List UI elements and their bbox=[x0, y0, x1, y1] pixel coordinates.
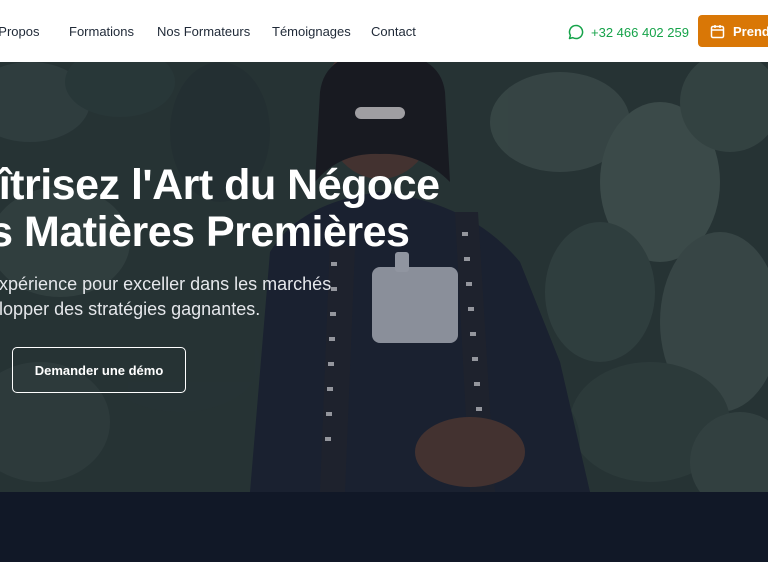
hero-subtitle: Notre expérience pour exceller dans les … bbox=[0, 272, 331, 322]
hero-title-line-1: Maîtrisez l'Art du Négoce bbox=[0, 161, 440, 209]
dark-section bbox=[0, 492, 768, 562]
hero-subtitle-line-2: et développer des stratégies gagnantes. bbox=[0, 299, 261, 319]
hero-title-line-2: des Matières Premières bbox=[0, 208, 410, 256]
book-appointment-label: Prendre rendez-vous bbox=[733, 23, 768, 39]
top-navigation: À Propos Formations Nos Formateurs Témoi… bbox=[0, 0, 768, 62]
request-demo-button[interactable]: Demander une démo bbox=[12, 347, 186, 393]
book-appointment-button[interactable]: Prendre rendez-vous bbox=[698, 15, 768, 47]
nav-link-a-propos[interactable]: À Propos bbox=[0, 24, 39, 39]
hero-section: Maîtrisez l'Art du Négoce des Matières P… bbox=[0, 62, 768, 492]
nav-link-nos-formateurs[interactable]: Nos Formateurs bbox=[157, 24, 250, 39]
nav-link-formations[interactable]: Formations bbox=[69, 24, 134, 39]
hero-title: Maîtrisez l'Art du Négoce des Matières P… bbox=[0, 162, 440, 256]
hero-subtitle-line-1: Notre expérience pour exceller dans les … bbox=[0, 274, 332, 294]
calendar-icon bbox=[710, 24, 725, 39]
phone-number: +32 466 402 259 bbox=[591, 24, 689, 40]
whatsapp-icon bbox=[568, 24, 584, 40]
phone-link[interactable]: +32 466 402 259 bbox=[568, 22, 689, 42]
nav-link-temoignages[interactable]: Témoignages bbox=[272, 24, 351, 39]
nav-link-contact[interactable]: Contact bbox=[371, 24, 416, 39]
